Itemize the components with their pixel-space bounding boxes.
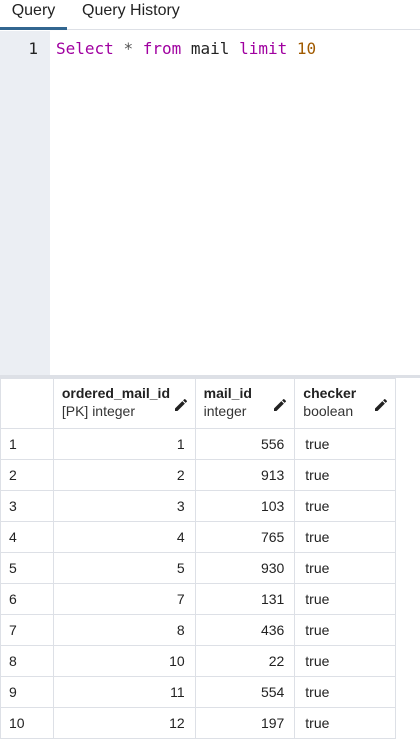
checker-cell[interactable]: true [294, 583, 396, 615]
column-header-mail-id[interactable]: mail_id integer [194, 378, 296, 429]
row-number-cell[interactable]: 9 [0, 676, 54, 708]
row-number-cell[interactable]: 3 [0, 490, 54, 522]
mail-id-cell[interactable]: 131 [194, 583, 296, 615]
ordered-mail-id-cell[interactable]: 7 [52, 583, 196, 615]
column-header-checker[interactable]: checker boolean [294, 378, 396, 429]
mail-id-cell[interactable]: 436 [194, 614, 296, 646]
row-number-cell[interactable]: 5 [0, 552, 54, 584]
mail-id-cell[interactable]: 197 [194, 707, 296, 739]
grid-corner [0, 378, 54, 429]
checker-cell[interactable]: true [294, 676, 396, 708]
checker-cell[interactable]: true [294, 459, 396, 491]
table-row[interactable]: 3 3 103 true [0, 490, 396, 522]
ordered-mail-id-cell[interactable]: 4 [52, 521, 196, 553]
line-number: 1 [28, 39, 38, 58]
operator-star: * [123, 39, 134, 58]
table-row[interactable]: 4 4 765 true [0, 521, 396, 553]
pencil-icon[interactable] [373, 397, 389, 413]
table-row[interactable]: 7 8 436 true [0, 614, 396, 646]
pencil-icon[interactable] [173, 397, 189, 413]
checker-cell[interactable]: true [294, 428, 396, 460]
keyword-limit: limit [239, 39, 288, 58]
query-editor[interactable]: 1 Select * from mail limit 10 [0, 31, 420, 375]
table-row[interactable]: 2 2 913 true [0, 459, 396, 491]
line-number-gutter: 1 [0, 31, 50, 375]
mail-id-cell[interactable]: 554 [194, 676, 296, 708]
table-row[interactable]: 10 12 197 true [0, 707, 396, 739]
checker-cell[interactable]: true [294, 645, 396, 677]
tab-query-history[interactable]: Query History [82, 0, 180, 30]
mail-id-cell[interactable]: 22 [194, 645, 296, 677]
limit-value: 10 [296, 39, 317, 58]
table-row[interactable]: 8 10 22 true [0, 645, 396, 677]
ordered-mail-id-cell[interactable]: 8 [52, 614, 196, 646]
table-row[interactable]: 6 7 131 true [0, 583, 396, 615]
checker-cell[interactable]: true [294, 521, 396, 553]
table-name: mail [190, 39, 230, 58]
row-number-cell[interactable]: 2 [0, 459, 54, 491]
pencil-icon[interactable] [272, 397, 288, 413]
mail-id-cell[interactable]: 765 [194, 521, 296, 553]
row-number-cell[interactable]: 8 [0, 645, 54, 677]
ordered-mail-id-cell[interactable]: 2 [52, 459, 196, 491]
keyword-from: from [142, 39, 182, 58]
row-number-cell[interactable]: 6 [0, 583, 54, 615]
ordered-mail-id-cell[interactable]: 3 [52, 490, 196, 522]
row-number-cell[interactable]: 4 [0, 521, 54, 553]
mail-id-cell[interactable]: 930 [194, 552, 296, 584]
checker-cell[interactable]: true [294, 707, 396, 739]
tab-query[interactable]: Query [0, 0, 67, 30]
table-row[interactable]: 9 11 554 true [0, 676, 396, 708]
code-line[interactable]: Select * from mail limit 10 [56, 39, 316, 58]
ordered-mail-id-cell[interactable]: 12 [52, 707, 196, 739]
mail-id-cell[interactable]: 556 [194, 428, 296, 460]
row-number-cell[interactable]: 7 [0, 614, 54, 646]
mail-id-cell[interactable]: 913 [194, 459, 296, 491]
column-header-ordered-mail-id[interactable]: ordered_mail_id [PK] integer [52, 378, 196, 429]
keyword-select: Select [56, 39, 114, 58]
ordered-mail-id-cell[interactable]: 1 [52, 428, 196, 460]
ordered-mail-id-cell[interactable]: 11 [52, 676, 196, 708]
row-number-cell[interactable]: 10 [0, 707, 54, 739]
mail-id-cell[interactable]: 103 [194, 490, 296, 522]
row-number-cell[interactable]: 1 [0, 428, 54, 460]
ordered-mail-id-cell[interactable]: 10 [52, 645, 196, 677]
checker-cell[interactable]: true [294, 614, 396, 646]
results-grid: ordered_mail_id [PK] integer mail_id int… [0, 378, 396, 739]
grid-body: 1 1 556 true 2 2 913 true 3 3 103 true 4 4 765 true 5 5 93… [0, 428, 396, 739]
editor-tabs: Query Query History [0, 0, 420, 30]
checker-cell[interactable]: true [294, 490, 396, 522]
table-row[interactable]: 5 5 930 true [0, 552, 396, 584]
table-row[interactable]: 1 1 556 true [0, 428, 396, 460]
ordered-mail-id-cell[interactable]: 5 [52, 552, 196, 584]
checker-cell[interactable]: true [294, 552, 396, 584]
